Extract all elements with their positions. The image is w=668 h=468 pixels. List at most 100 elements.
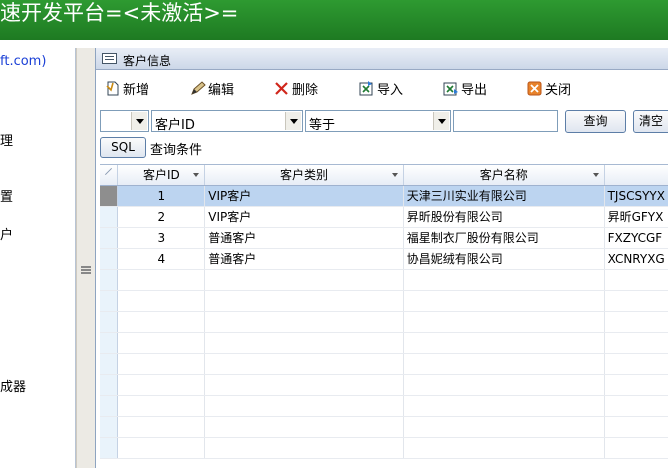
cell-code[interactable]: FXZYCGF	[604, 227, 668, 249]
sql-button[interactable]: SQL	[100, 137, 146, 158]
column-header-category[interactable]: 客户类别	[204, 165, 404, 186]
empty-cell	[204, 269, 404, 291]
column-header-name[interactable]: 客户名称	[403, 165, 605, 186]
panel-splitter[interactable]	[76, 48, 95, 468]
chevron-down-icon[interactable]	[131, 112, 147, 130]
empty-cell	[117, 290, 206, 312]
close-button[interactable]: 关闭	[526, 78, 571, 98]
delete-button[interactable]: 删除	[273, 78, 318, 98]
sort-arrow-icon[interactable]	[193, 173, 200, 177]
export-button[interactable]: 导出	[442, 78, 487, 98]
nav-item[interactable]: 理	[0, 130, 13, 149]
search-value-input[interactable]	[453, 110, 558, 132]
splitter-grip-icon[interactable]	[81, 266, 91, 274]
navigation-panel: ft.com) 理 置 户 成器	[0, 48, 76, 468]
filter-row: 客户ID 等于 查询 清空	[100, 110, 668, 134]
import-label: 导入	[377, 82, 404, 98]
customer-grid: 客户ID 客户类别 客户名称 1 VIP客户 天津三川实业有限公司 TJSCSYYX 2…	[100, 164, 668, 468]
empty-cell	[100, 332, 119, 354]
empty-cell	[117, 416, 206, 438]
column-header-code[interactable]	[604, 165, 668, 186]
empty-cell	[403, 311, 605, 333]
empty-row	[100, 353, 668, 375]
row-indicator[interactable]	[100, 227, 119, 249]
grid-body: 1 VIP客户 天津三川实业有限公司 TJSCSYYX 2 VIP客户 昇昕股份有限公司 昇昕…	[100, 185, 668, 459]
query-button[interactable]: 查询	[565, 110, 626, 133]
import-excel-icon	[358, 80, 375, 97]
empty-row	[100, 437, 668, 459]
cell-name[interactable]: 福星制衣厂股份有限公司	[403, 227, 605, 249]
edit-pen-icon	[189, 80, 206, 97]
empty-cell	[117, 437, 206, 459]
cell-category[interactable]: 普通客户	[204, 227, 404, 249]
empty-cell	[204, 416, 404, 438]
import-button[interactable]: 导入	[358, 78, 403, 98]
cell-category[interactable]: VIP客户	[204, 206, 404, 228]
empty-row	[100, 290, 668, 312]
column-header-label: 客户类别	[280, 168, 329, 183]
empty-cell	[403, 290, 605, 312]
empty-cell	[100, 395, 119, 417]
cell-code[interactable]: 昇昕GFYX	[604, 206, 668, 228]
nav-item[interactable]: 成器	[0, 376, 26, 395]
logic-dropdown[interactable]	[100, 110, 149, 132]
grid-table: 客户ID 客户类别 客户名称 1 VIP客户 天津三川实业有限公司 TJSCSYYX 2…	[100, 165, 668, 459]
export-excel-icon	[442, 80, 459, 97]
grid-corner[interactable]	[100, 165, 119, 186]
cell-code[interactable]: XCNRYXG	[604, 248, 668, 270]
table-row[interactable]: 4 普通客户 协昌妮绒有限公司 XCNRYXG	[100, 248, 668, 270]
sort-arrow-icon[interactable]	[391, 173, 398, 177]
cell-name[interactable]: 协昌妮绒有限公司	[403, 248, 605, 270]
cell-id[interactable]: 3	[117, 227, 206, 249]
cell-code[interactable]: TJSCSYYX	[604, 185, 668, 207]
empty-cell	[204, 395, 404, 417]
cell-id[interactable]: 1	[117, 185, 206, 207]
window-title: 客户信息	[123, 54, 172, 68]
chevron-down-icon[interactable]	[433, 112, 449, 130]
export-label: 导出	[461, 82, 488, 98]
row-indicator[interactable]	[100, 248, 119, 270]
chevron-down-icon[interactable]	[285, 112, 301, 130]
row-indicator[interactable]	[100, 206, 119, 228]
empty-cell	[204, 290, 404, 312]
customer-window: 客户信息 新增 编辑 删除 导入 导出 关闭 客户ID 等于 查询 清空 SQL…	[95, 48, 668, 468]
edit-label: 编辑	[208, 82, 235, 98]
empty-cell	[100, 269, 119, 291]
table-row[interactable]: 3 普通客户 福星制衣厂股份有限公司 FXZYCGF	[100, 227, 668, 249]
empty-row	[100, 269, 668, 291]
delete-label: 删除	[292, 82, 319, 98]
empty-cell	[117, 311, 206, 333]
table-row[interactable]: 2 VIP客户 昇昕股份有限公司 昇昕GFYX	[100, 206, 668, 228]
toolbar: 新增 编辑 删除 导入 导出 关闭	[96, 74, 668, 102]
cell-category[interactable]: VIP客户	[204, 185, 404, 207]
nav-item[interactable]: 户	[0, 224, 13, 243]
empty-cell	[403, 416, 605, 438]
nav-link[interactable]: ft.com)	[0, 54, 46, 69]
empty-cell	[204, 374, 404, 396]
cell-category[interactable]: 普通客户	[204, 248, 404, 270]
new-button[interactable]: 新增	[104, 78, 149, 98]
empty-cell	[204, 332, 404, 354]
field-dropdown[interactable]: 客户ID	[151, 110, 303, 133]
operator-dropdown[interactable]: 等于	[305, 110, 451, 133]
edit-button[interactable]: 编辑	[189, 78, 234, 98]
sort-arrow-icon[interactable]	[592, 173, 599, 177]
window-title-bar: 客户信息	[96, 48, 668, 70]
clear-button[interactable]: 清空	[633, 110, 668, 133]
empty-row	[100, 416, 668, 438]
empty-cell	[117, 332, 206, 354]
new-label: 新增	[123, 82, 150, 98]
nav-item[interactable]: 置	[0, 186, 13, 205]
empty-row	[100, 374, 668, 396]
sql-row: SQL 查询条件	[100, 137, 668, 160]
table-row[interactable]: 1 VIP客户 天津三川实业有限公司 TJSCSYYX	[100, 185, 668, 207]
field-value: 客户ID	[155, 118, 195, 133]
cell-name[interactable]: 天津三川实业有限公司	[403, 185, 605, 207]
cell-id[interactable]: 4	[117, 248, 206, 270]
cell-id[interactable]: 2	[117, 206, 206, 228]
cell-name[interactable]: 昇昕股份有限公司	[403, 206, 605, 228]
row-indicator[interactable]	[100, 185, 119, 207]
empty-row	[100, 332, 668, 354]
column-header-id[interactable]: 客户ID	[117, 165, 206, 186]
empty-row	[100, 395, 668, 417]
